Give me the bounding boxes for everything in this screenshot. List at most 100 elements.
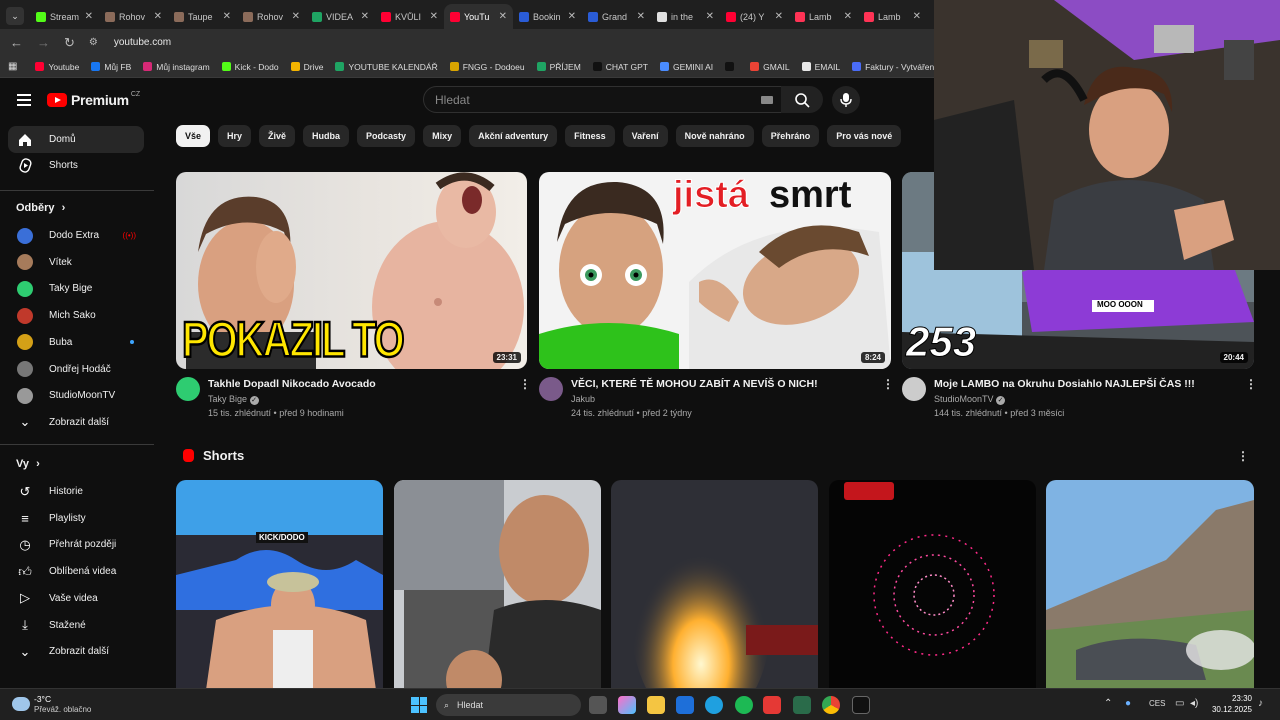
sidebar-item-history[interactable]: ↺ Historie [8,478,144,505]
clock-date[interactable]: 30.12.2025 [1206,705,1252,714]
close-tab-icon[interactable]: ✕ [637,11,645,22]
windows-start-icon[interactable] [411,697,427,713]
filter-chip[interactable]: Fitness [565,125,615,147]
browser-tab[interactable]: VIDEA ✕ [306,4,375,29]
close-tab-icon[interactable]: ✕ [292,11,300,22]
close-tab-icon[interactable]: ✕ [85,11,93,22]
browser-tab[interactable]: Rohov ✕ [99,4,168,29]
terminal-icon[interactable] [793,696,811,714]
short-thumbnail[interactable] [829,480,1036,690]
close-tab-icon[interactable]: ✕ [154,11,162,22]
filter-chip[interactable]: Přehráno [761,125,820,147]
filter-chip[interactable]: Vaření [622,125,668,147]
sidebar-subscription[interactable]: StudioMoonTV [8,382,144,409]
browser-tab[interactable]: Stream ✕ [30,4,99,29]
youtube-premium-logo[interactable]: Premium CZ [47,91,140,108]
bookmark-item[interactable]: YOUTUBE KALENDÁŘ [335,62,438,72]
bookmark-item[interactable]: Kick - Dodo [221,62,279,72]
sidebar-subscription[interactable]: Taky Bige [8,275,144,302]
subscriptions-heading[interactable]: Odběry › [16,202,65,214]
bookmark-item[interactable]: Můj FB [91,62,131,72]
bookmark-item[interactable]: PŘÍJEM [536,62,581,72]
close-tab-icon[interactable]: ✕ [430,11,438,22]
reload-icon[interactable]: ↻ [64,35,75,51]
browser-tab[interactable]: in the ✕ [651,4,720,29]
sidebar-item-shorts[interactable]: Shorts [8,152,144,179]
browser-tab[interactable]: Taupe ✕ [168,4,237,29]
browser-tab[interactable]: Grand ✕ [582,4,651,29]
outlook-icon[interactable] [676,696,694,714]
video-title[interactable]: Takhle Dopadl Nikocado Avocado [208,378,376,390]
filter-chip[interactable]: Nově nahráno [675,125,754,147]
browser-tab[interactable]: Lamb ✕ [789,4,858,29]
more-options-icon[interactable]: ⋮ [1237,449,1249,463]
bookmark-item[interactable]: GEMINI AI [659,62,713,72]
sidebar-item-downloads[interactable]: ⤓ Stažené [8,612,144,639]
sidebar-subscription[interactable]: Mich Sako [8,302,144,329]
sidebar-item-your-videos[interactable]: ▷ Vaše videa [8,585,144,612]
microphone-tray-icon[interactable]: ● [1125,698,1131,709]
browser-tab[interactable]: YouTu ✕ [444,4,513,29]
bookmark-item[interactable]: EMAIL [801,62,840,72]
search-input[interactable]: Hledat [423,86,789,113]
short-thumbnail[interactable] [394,480,601,690]
close-tab-icon[interactable]: ✕ [568,11,576,22]
short-thumbnail[interactable] [611,480,818,690]
close-tab-icon[interactable]: ✕ [499,11,507,22]
filter-chip[interactable]: Pro vás nové [827,125,902,147]
you-heading[interactable]: Vy › [16,458,40,470]
sidebar-item-playlists[interactable]: ≡ Playlisty [8,505,144,532]
edge-icon[interactable] [705,696,723,714]
video-title[interactable]: VĚCI, KTERÉ TĚ MOHOU ZABÍT A NEVÍŠ O NIC… [571,378,818,390]
sidebar-subscription[interactable]: Ondřej Hodáč [8,356,144,383]
weather-desc[interactable]: Převáž. oblačno [34,705,91,714]
filter-chip[interactable]: Hudba [303,125,350,147]
bookmark-item[interactable]: CHAT GPT [592,62,648,72]
voice-search-button[interactable] [832,86,860,114]
channel-avatar[interactable] [539,377,563,401]
browser-tab[interactable]: (24) Y ✕ [720,4,789,29]
filter-chip[interactable]: Hry [218,125,252,147]
site-info-icon[interactable]: ⚙ [89,37,98,48]
volume-icon[interactable]: ◂) [1190,698,1198,709]
close-tab-icon[interactable]: ✕ [223,11,231,22]
close-tab-icon[interactable]: ✕ [844,11,852,22]
close-tab-icon[interactable]: ✕ [361,11,369,22]
more-options-icon[interactable]: ⋮ [519,377,531,391]
browser-tab[interactable]: Lamb ✕ [858,4,927,29]
show-more-subscriptions[interactable]: ⌄ Zobrazit další [8,409,144,436]
sidebar-item-liked-videos[interactable]: 👍︎ Oblíbená videa [8,558,144,585]
spotify-icon[interactable] [735,696,753,714]
taskbar-search[interactable]: ⌕ Hledat [436,694,581,716]
filter-chip[interactable]: Akční adventury [469,125,558,147]
weather-temp[interactable]: -3°C [34,694,51,704]
sidebar-subscription[interactable]: Vítek [8,249,144,276]
video-thumbnail[interactable]: POKAZIL TO 23:31 [176,172,527,369]
more-options-icon[interactable]: ⋮ [1245,377,1257,391]
filter-chip[interactable]: Mixy [423,125,462,147]
sidebar-subscription[interactable]: Buba [8,329,144,356]
bookmark-item[interactable]: Můj instagram [143,62,210,72]
task-view-icon[interactable] [589,696,607,714]
copilot-icon[interactable] [618,696,636,714]
more-options-icon[interactable]: ⋮ [882,377,894,391]
close-tab-icon[interactable]: ✕ [913,11,921,22]
browser-tab[interactable]: KVŮLI ✕ [375,4,444,29]
chrome-icon[interactable] [822,696,840,714]
channel-name[interactable]: StudioMoonTV ✓ [934,394,1006,405]
sidebar-item-watch-later[interactable]: ◷ Přehrát později [8,531,144,558]
close-tab-icon[interactable]: ✕ [775,11,783,22]
filter-chip[interactable]: Živě [259,125,296,147]
epic-games-icon[interactable] [852,696,870,714]
bookmark-item[interactable]: Youtube [35,62,79,72]
bookmark-item[interactable]: Faktury - Vytváření [852,62,934,72]
browser-tab[interactable]: Rohov ✕ [237,4,306,29]
sidebar-item-chevron-down[interactable]: ⌄ Zobrazit další [8,638,144,665]
bookmark-item[interactable]: Drive [290,62,323,72]
video-title[interactable]: Moje LAMBO na Okruhu Dosiahlo NAJLEPŠÍ Č… [934,378,1195,390]
file-explorer-icon[interactable] [647,696,665,714]
bookmark-item[interactable] [725,62,738,71]
sidebar-subscription[interactable]: Dodo Extra ((•)) [8,222,144,249]
short-thumbnail[interactable]: KICK/DODO [176,480,383,690]
tray-overflow-icon[interactable]: ⌃ [1104,698,1112,709]
